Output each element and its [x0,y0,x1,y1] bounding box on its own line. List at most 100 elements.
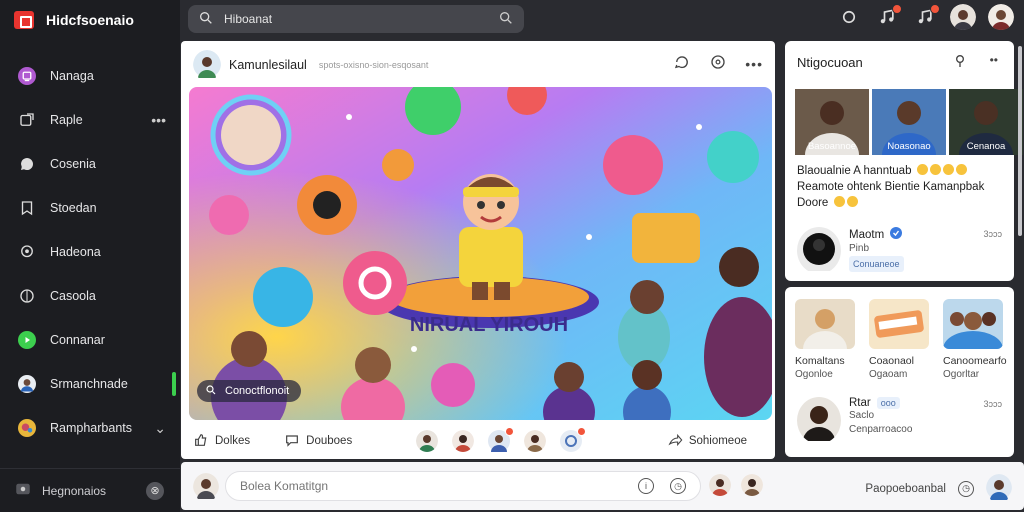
reactor-avatar[interactable] [741,474,763,496]
sidebar-item-hadeona[interactable]: Hadeona [0,230,180,274]
sidebar-item-rampharbants[interactable]: Rampharbants ⌄ [0,406,180,450]
sidebar-nav: Nanaga Raple ••• Cosenia Stoedan Hadeona… [0,54,180,450]
reactor-avatar[interactable] [416,430,439,452]
bottom-action-label[interactable]: Paopoeboanbal [865,483,946,495]
comment-tools: i ◷ [638,478,686,494]
clock-icon[interactable]: ◷ [670,478,686,494]
sidebar-item-nanaga[interactable]: Nanaga [0,54,180,98]
right-panel-actions: •• [952,53,998,72]
person-row[interactable]: Maotm Pinb Conuaneoe 3ɔɔɔ [797,227,1002,274]
profile-icon [16,65,38,87]
video-thumbnail[interactable]: Cenanoa [949,89,1023,155]
info-icon[interactable]: i [638,478,654,494]
person-name: Maotm [849,228,885,241]
sidebar-item-srmanchnade[interactable]: Srmanchnade [0,362,180,406]
profile-avatar[interactable] [986,474,1012,503]
bottom-actions: Paopoeboanbal ◷ [865,474,1012,503]
right-scrollbar[interactable] [1018,46,1022,236]
suggestions-panel: Komaltans Ogonloe Coaonaol Ogaoam Canoom… [785,287,1014,457]
search-bar[interactable] [188,5,524,33]
play-icon [16,329,38,351]
post-author[interactable]: Kamunlesilaul [229,58,307,72]
suggestion-item[interactable]: Coaonaol Ogaoam [869,299,929,380]
friend-avatar[interactable] [950,4,976,30]
current-user-avatar[interactable] [193,473,219,502]
more-icon[interactable]: ••• [151,112,166,128]
sidebar-item-label: Stoedan [50,201,97,215]
comment-field[interactable]: i ◷ [225,471,701,501]
sidebar-item-raple[interactable]: Raple ••• [0,98,180,142]
person-name: Rtar [849,397,871,409]
sidebar-item-cosenia[interactable]: Cosenia [0,142,180,186]
suggestion-sub: Ogorltar [943,369,980,380]
person-row[interactable]: Rtar ooo Saclo Cenparroacoo 3ɔɔɔ [797,397,1002,444]
reactor-avatar[interactable] [452,430,475,452]
notes-icon[interactable] [912,4,940,30]
bottom-avatars [709,474,763,496]
pin-icon[interactable] [952,53,968,72]
sidebar: Hidcfsoenaio Nanaga Raple ••• Cosenia St… [0,0,180,512]
sidebar-item-casoola[interactable]: Casoola [0,274,180,318]
suggestion-item[interactable]: Komaltans Ogonloe [795,299,855,380]
panel-text-line: Reamote ohtenk Bientie Kamanpbak [797,181,985,193]
sidebar-item-connanar[interactable]: Connanar [0,318,180,362]
brand[interactable]: Hidcfsoenaio [14,9,134,31]
post-icon [16,109,38,131]
author-avatar[interactable] [193,49,221,81]
like-button[interactable]: Dolkes [193,432,250,451]
image-label-pill[interactable]: Conoctflonoit [197,380,302,402]
comment-button[interactable]: Douboes [284,432,352,451]
chevron-down-icon[interactable]: ⌄ [154,420,166,437]
post-image[interactable]: NIRUAL YIROUH Conoctflonoit [189,87,772,420]
thumbs-up-icon [193,432,209,451]
sidebar-item-label: Casoola [50,289,96,303]
thumbnail-caption: Basoannoe [807,141,857,152]
reactor-avatar[interactable] [524,430,547,452]
reactor-avatar[interactable] [488,427,515,452]
suggestion-sub: Ogaoam [869,369,908,380]
post-card: Kamunlesilaul spots-oxisno-sion-esqosant… [181,41,956,459]
more-options-icon[interactable]: •• [990,53,998,72]
suggestion-name: Komaltans [795,355,845,367]
thumbnail-caption: Noasonao [887,141,931,152]
group-avatar [16,417,38,439]
search-submit-icon[interactable] [498,10,514,29]
panel-text-line: Doore [797,197,829,209]
video-thumbnails: Basoannoe Noasonao Cenanoa [795,89,1023,155]
verified-icon [890,227,903,242]
suggestion-item[interactable]: Canoomearfo Ogorltar [943,299,1007,380]
search-input[interactable] [224,12,488,26]
reply-icon[interactable] [673,53,691,74]
chat-icon [16,153,38,175]
post-actions: ••• [673,53,763,74]
sidebar-item-label: Cosenia [50,157,96,171]
profile-avatar[interactable] [988,4,1014,30]
status-icon[interactable] [836,4,862,30]
sidebar-footer[interactable]: Hegnonaios ⊗ [0,468,180,512]
post-subtitle: spots-oxisno-sion-esqosant [318,60,429,70]
person-avatar[interactable] [797,397,841,444]
thumbnail-caption: Cenanoa [966,141,1006,152]
reactor-avatar[interactable] [709,474,731,496]
reactor-avatar[interactable] [560,427,587,452]
clock-icon[interactable]: ◷ [958,480,974,497]
person-avatar[interactable] [797,227,841,274]
panel-text: Blaoualnie A hanntuab Reamote ohtenk Bie… [797,163,984,211]
music-icon[interactable] [874,4,902,30]
suggestion-name: Coaonaol [869,355,914,367]
close-icon[interactable]: ⊗ [146,481,164,500]
more-options-icon[interactable]: ••• [745,56,763,72]
video-thumbnail[interactable]: Noasonao [872,89,946,155]
app-logo-icon [14,11,34,29]
post-header: Kamunlesilaul spots-oxisno-sion-esqosant… [193,49,763,81]
person-meta: Pinb [849,243,870,254]
share-button[interactable]: Sohiomeoe [667,432,747,451]
post-footer: Dolkes Douboes Sohiomeoe [193,427,763,453]
video-thumbnail[interactable]: Basoannoe [795,89,869,155]
person-tag: Conuaneoe [849,256,904,272]
info-icon[interactable] [709,53,727,74]
person-meta: Cenparroacoo [849,424,913,435]
sidebar-item-stoedan[interactable]: Stoedan [0,186,180,230]
search-icon [205,384,217,399]
comment-input[interactable] [240,479,638,493]
